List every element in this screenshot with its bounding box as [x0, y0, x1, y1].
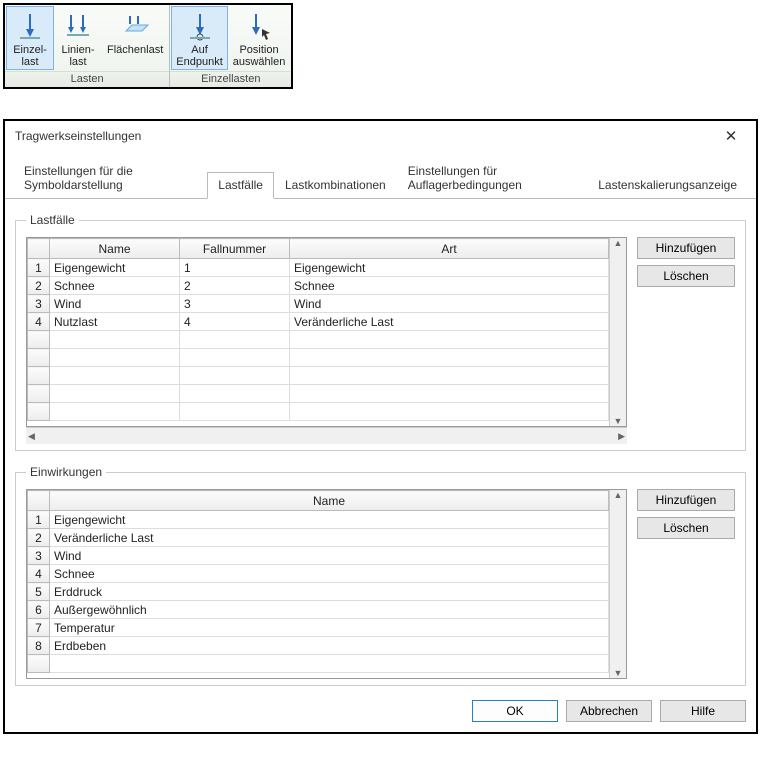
tab-2[interactable]: Lastkombinationen [274, 172, 397, 199]
table-row[interactable]: 3Wind3Wind [28, 295, 609, 313]
table-row[interactable] [28, 331, 609, 349]
table-row[interactable] [28, 349, 609, 367]
titlebar: Tragwerkseinstellungen ✕ [5, 121, 756, 151]
tabs-row: Einstellungen für die SymboldarstellungL… [5, 157, 756, 199]
table-row[interactable] [28, 655, 609, 673]
table-row[interactable]: 8Erdbeben [28, 637, 609, 655]
dialog-title: Tragwerkseinstellungen [15, 129, 141, 143]
ribbon-linienlast[interactable]: Linien- last [54, 6, 102, 70]
delete-button[interactable]: Löschen [637, 265, 735, 287]
ribbon-group-lasten: Einzel- last Linien- last Flächenlast La… [5, 5, 170, 87]
horizontal-scrollbar[interactable]: ◀▶ [26, 427, 627, 444]
panel-legend: Lastfälle [26, 213, 79, 227]
table-row[interactable] [28, 403, 609, 421]
table-row[interactable]: 7Temperatur [28, 619, 609, 637]
line-load-icon [62, 10, 94, 42]
ribbon-position-auswaehlen[interactable]: Position auswählen [228, 6, 291, 70]
column-header[interactable] [28, 491, 50, 511]
table-row[interactable]: 2Veränderliche Last [28, 529, 609, 547]
column-header[interactable]: Art [290, 239, 609, 259]
table-row[interactable]: 3Wind [28, 547, 609, 565]
einwirkungen-panel: Einwirkungen Name 1Eigengewicht2Veränder… [15, 465, 746, 686]
column-header[interactable] [28, 239, 50, 259]
einwirkungen-grid[interactable]: Name 1Eigengewicht2Veränderliche Last3Wi… [26, 489, 627, 679]
tab-3[interactable]: Einstellungen für Auflagerbedingungen [397, 158, 588, 199]
delete-button[interactable]: Löschen [637, 517, 735, 539]
point-load-icon [14, 10, 46, 42]
select-position-icon [243, 10, 275, 42]
ok-button[interactable]: OK [472, 700, 558, 722]
table-row[interactable]: 1Eigengewicht1Eigengewicht [28, 259, 609, 277]
help-button[interactable]: Hilfe [660, 700, 746, 722]
table-row[interactable]: 2Schnee2Schnee [28, 277, 609, 295]
column-header[interactable]: Name [50, 491, 609, 511]
table-row[interactable] [28, 385, 609, 403]
tab-4[interactable]: Lastenskalierungsanzeige [587, 172, 748, 199]
table-row[interactable]: 1Eigengewicht [28, 511, 609, 529]
column-header[interactable]: Fallnummer [180, 239, 290, 259]
ribbon-auf-endpunkt[interactable]: Auf Endpunkt [171, 6, 227, 70]
dialog-footer: OK Abbrechen Hilfe [5, 692, 756, 732]
ribbon-group-label: Lasten [5, 71, 169, 87]
settings-dialog: Tragwerkseinstellungen ✕ Einstellungen f… [3, 119, 758, 734]
vertical-scrollbar[interactable] [609, 238, 626, 426]
cancel-button[interactable]: Abbrechen [566, 700, 652, 722]
ribbon-einzellast[interactable]: Einzel- last [6, 6, 54, 70]
table-row[interactable]: 6Außergewöhnlich [28, 601, 609, 619]
table-row[interactable]: 4Nutzlast4Veränderliche Last [28, 313, 609, 331]
ribbon: Einzel- last Linien- last Flächenlast La… [3, 3, 293, 89]
table-row[interactable] [28, 367, 609, 385]
close-button[interactable]: ✕ [716, 127, 746, 145]
lastfaelle-panel: Lastfälle NameFallnummerArt 1Eigengewich… [15, 213, 746, 451]
ribbon-group-label: Einzellasten [170, 71, 291, 87]
ribbon-group-einzellasten: Auf Endpunkt Position auswählen Einzella… [170, 5, 291, 87]
area-load-icon [119, 10, 151, 42]
column-header[interactable]: Name [50, 239, 180, 259]
vertical-scrollbar[interactable] [609, 490, 626, 678]
tab-1[interactable]: Lastfälle [207, 172, 274, 199]
table-row[interactable]: 5Erddruck [28, 583, 609, 601]
endpoint-load-icon [184, 10, 216, 42]
ribbon-flaechenlast[interactable]: Flächenlast [102, 6, 168, 70]
add-button[interactable]: Hinzufügen [637, 489, 735, 511]
add-button[interactable]: Hinzufügen [637, 237, 735, 259]
table-row[interactable]: 4Schnee [28, 565, 609, 583]
panel-legend: Einwirkungen [26, 465, 106, 479]
lastfaelle-grid[interactable]: NameFallnummerArt 1Eigengewicht1Eigengew… [26, 237, 627, 427]
tab-0[interactable]: Einstellungen für die Symboldarstellung [13, 158, 207, 199]
